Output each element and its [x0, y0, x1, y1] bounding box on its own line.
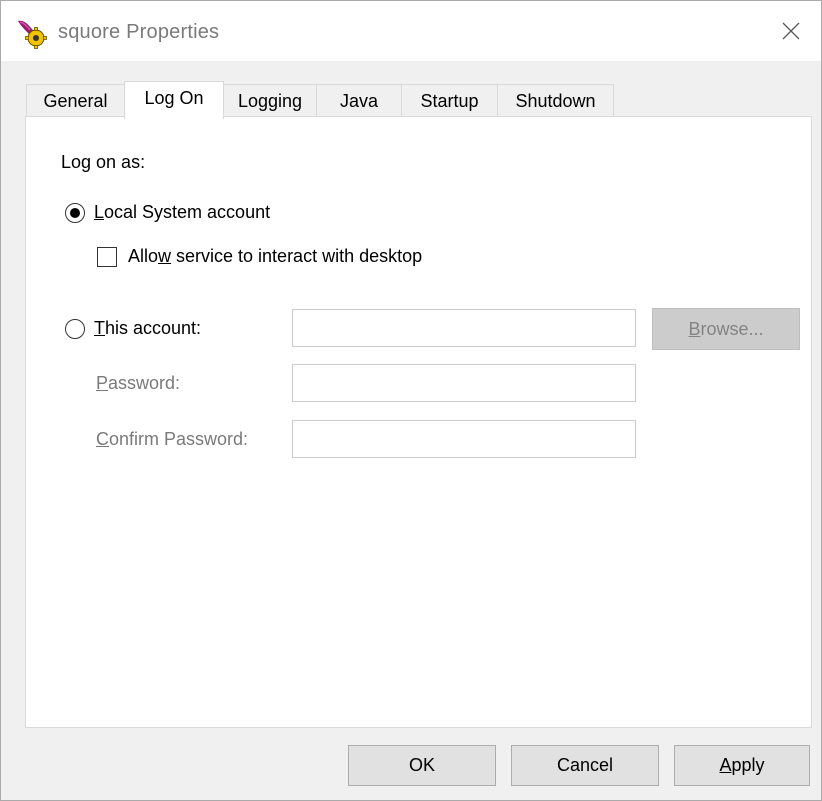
this-account-label[interactable]: This account: — [94, 318, 201, 339]
tab-startup[interactable]: Startup — [401, 84, 498, 117]
tab-label: Startup — [420, 90, 479, 111]
mnemonic: A — [719, 755, 732, 775]
close-icon — [782, 22, 800, 40]
ok-button[interactable]: OK — [348, 745, 496, 786]
mnemonic: w — [158, 246, 172, 266]
tab-java[interactable]: Java — [316, 84, 402, 117]
tab-shutdown[interactable]: Shutdown — [497, 84, 614, 117]
tab-label: Log On — [144, 88, 204, 108]
label-text: ocal System account — [104, 202, 271, 222]
label-text: service to interact with desktop — [171, 246, 423, 266]
mnemonic: T — [94, 318, 105, 338]
local-system-label[interactable]: Local System account — [94, 202, 270, 223]
interact-desktop-checkbox[interactable] — [97, 247, 117, 267]
properties-dialog: squore Properties General Log On Logging… — [0, 0, 822, 801]
tab-label: Shutdown — [515, 90, 596, 111]
title-bar[interactable]: squore Properties — [1, 1, 821, 61]
app-gear-icon — [18, 20, 47, 49]
mnemonic: B — [688, 318, 701, 339]
mnemonic: C — [96, 429, 109, 449]
button-label: Cancel — [556, 755, 614, 775]
tab-label: Logging — [237, 90, 303, 111]
tab-general[interactable]: General — [26, 84, 125, 117]
button-label: pply — [731, 755, 765, 775]
mnemonic: P — [96, 373, 109, 393]
close-button[interactable] — [761, 1, 821, 61]
window-title: squore Properties — [58, 21, 220, 43]
button-label: OK — [408, 755, 435, 775]
password-input[interactable] — [292, 364, 636, 402]
button-label: rowse... — [700, 318, 764, 339]
confirm-password-label: Confirm Password: — [96, 429, 248, 450]
tab-log-on[interactable]: Log On — [124, 81, 224, 119]
label-text: onfirm Password: — [109, 429, 249, 449]
mnemonic: L — [94, 202, 105, 222]
browse-button[interactable]: Browse... — [652, 308, 800, 350]
confirm-password-input[interactable] — [292, 420, 636, 458]
tab-logging[interactable]: Logging — [223, 84, 317, 117]
this-account-radio[interactable] — [65, 319, 85, 339]
apply-button[interactable]: Apply — [674, 745, 810, 786]
label-text: assword: — [108, 373, 181, 393]
interact-desktop-label[interactable]: Allow service to interact with desktop — [128, 246, 422, 267]
password-label: Password: — [96, 373, 180, 394]
tab-label: Java — [339, 90, 379, 111]
label-text: his account: — [105, 318, 202, 338]
cancel-button[interactable]: Cancel — [511, 745, 659, 786]
tab-label: General — [43, 90, 108, 111]
label-text: Allo — [128, 246, 159, 266]
log-on-as-heading: Log on as: — [61, 152, 146, 172]
log-on-panel: Log on as: Local System account Allow se… — [25, 116, 812, 728]
local-system-radio[interactable] — [65, 203, 85, 223]
account-input[interactable] — [292, 309, 636, 347]
